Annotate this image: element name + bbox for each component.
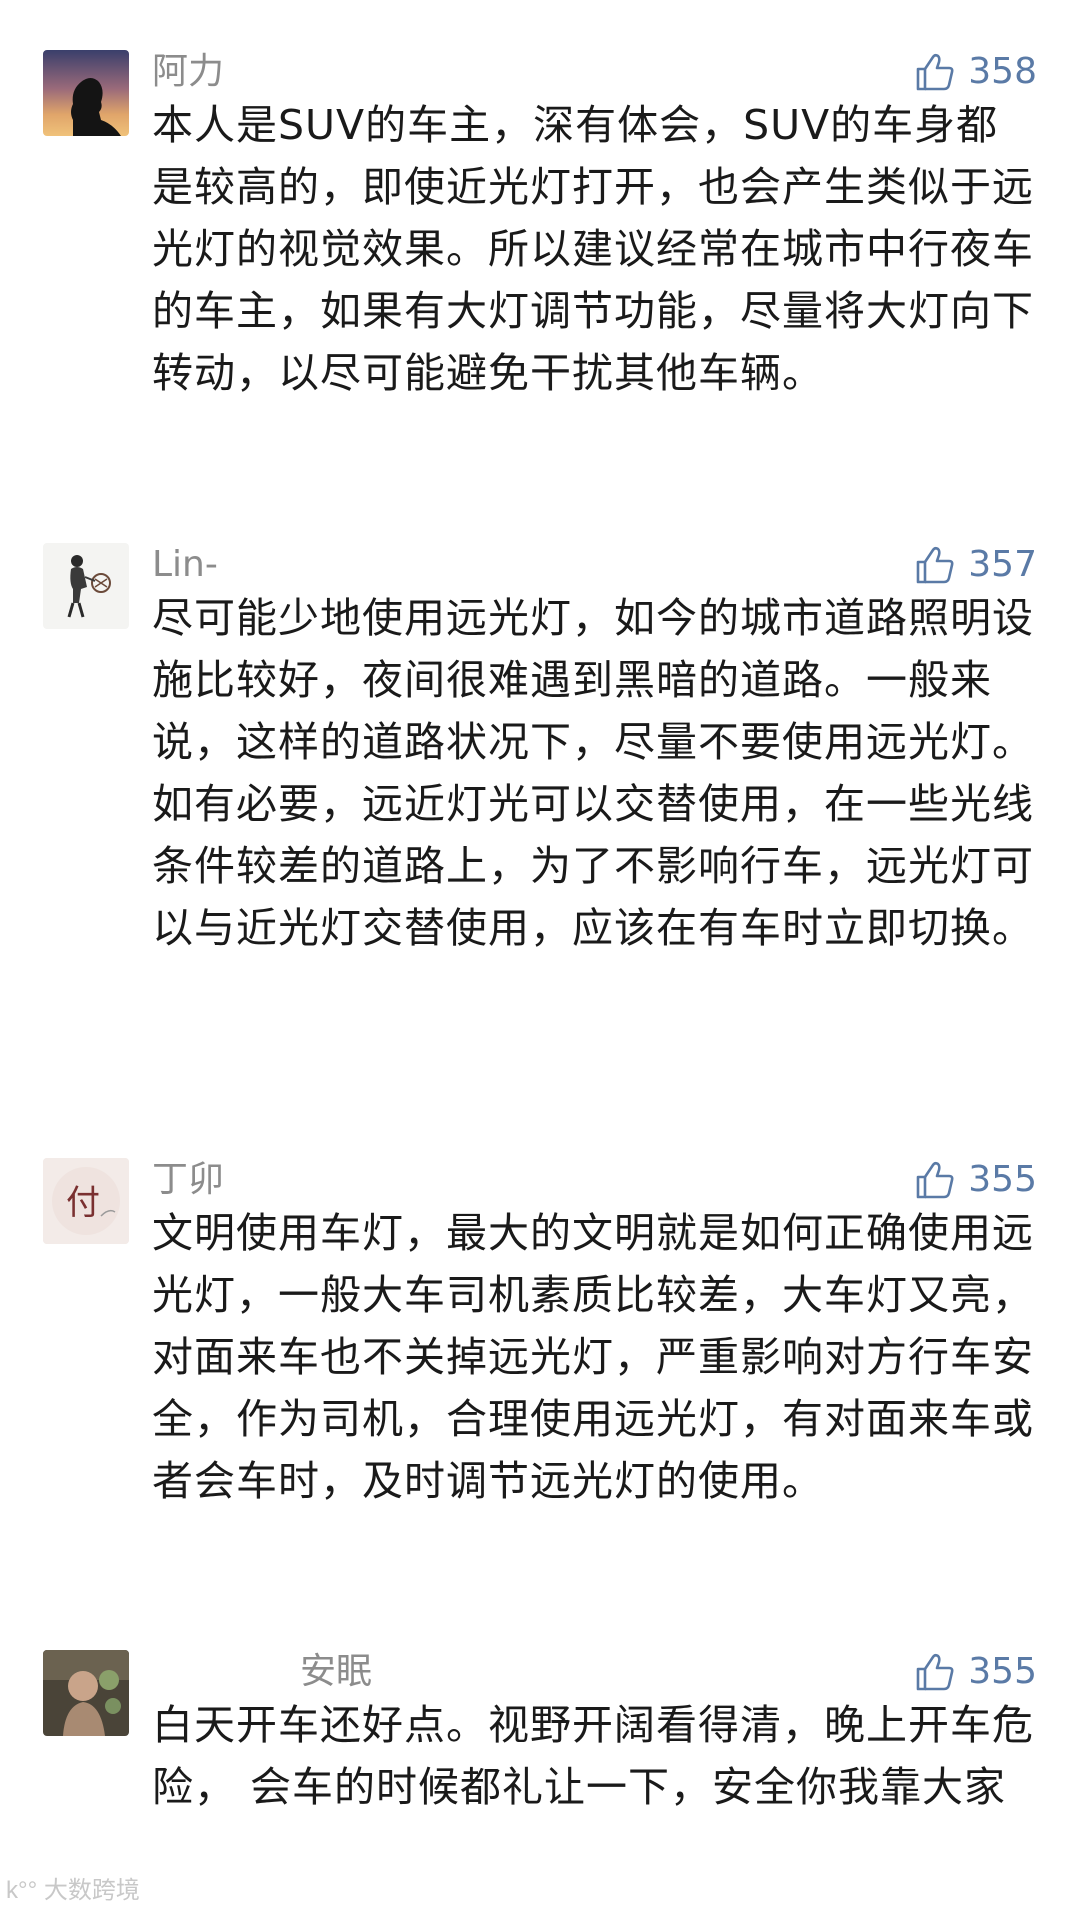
thumbs-up-icon bbox=[916, 53, 954, 91]
like-button[interactable]: 355 bbox=[914, 1646, 1037, 1698]
svg-text:付: 付 bbox=[66, 1183, 100, 1223]
comment-paragraph: 尽可能少地使用远光灯，如今的城市道路照明设施比较好，夜间很难遇到黑暗的道路。一般… bbox=[152, 594, 1034, 766]
watermark: k°° 大数跨境 bbox=[6, 1870, 140, 1905]
comment-text: 本人是SUV的车主，深有体会，SUV的车身都是较高的，即使近光灯打开，也会产生类… bbox=[152, 94, 1037, 404]
like-button[interactable]: 357 bbox=[914, 539, 1037, 591]
username[interactable]: 丁卯 bbox=[152, 1156, 224, 1204]
watermark-text: 大数跨境 bbox=[43, 1877, 140, 1904]
comment-paragraph: 文明使用车灯，最大的文明就是如何正确使用远光灯，一般大车司机素质比较差，大车灯又… bbox=[152, 1209, 1034, 1505]
comment-text: 尽可能少地使用远光灯，如今的城市道路照明设施比较好，夜间很难遇到黑暗的道路。一般… bbox=[152, 587, 1037, 959]
comment-paragraph: 白天开车还好点。视野开阔看得清，晚上开车危险， 会车的时候都礼让一下，安全你我靠… bbox=[152, 1701, 1034, 1811]
thumbs-up-icon bbox=[916, 1161, 954, 1199]
like-button[interactable]: 358 bbox=[914, 46, 1037, 98]
avatar[interactable] bbox=[43, 1650, 129, 1736]
username[interactable]: 阿力 bbox=[152, 48, 224, 96]
username[interactable]: 安眠 bbox=[300, 1648, 372, 1696]
comment-text: 文明使用车灯，最大的文明就是如何正确使用远光灯，一般大车司机素质比较差，大车灯又… bbox=[152, 1202, 1037, 1512]
watermark-logo-icon: k°° bbox=[6, 1877, 38, 1904]
like-count: 358 bbox=[968, 51, 1037, 92]
comment-paragraph: 如有必要，远近灯光可以交替使用，在一些光线条件较差的道路上，为了不影响行车，远光… bbox=[152, 780, 1034, 952]
avatar[interactable] bbox=[43, 50, 129, 136]
like-button[interactable]: 355 bbox=[914, 1154, 1037, 1206]
comment-paragraph: 本人是SUV的车主，深有体会，SUV的车身都是较高的，即使近光灯打开，也会产生类… bbox=[152, 101, 1034, 397]
thumbs-up-icon bbox=[916, 546, 954, 584]
like-count: 355 bbox=[968, 1651, 1037, 1692]
comment-text: 白天开车还好点。视野开阔看得清，晚上开车危险， 会车的时候都礼让一下，安全你我靠… bbox=[152, 1694, 1037, 1818]
like-count: 355 bbox=[968, 1159, 1037, 1200]
like-count: 357 bbox=[968, 544, 1037, 585]
avatar[interactable]: 付 bbox=[43, 1158, 129, 1244]
username[interactable]: Lin- bbox=[152, 541, 218, 589]
thumbs-up-icon bbox=[916, 1653, 954, 1691]
avatar[interactable] bbox=[43, 543, 129, 629]
